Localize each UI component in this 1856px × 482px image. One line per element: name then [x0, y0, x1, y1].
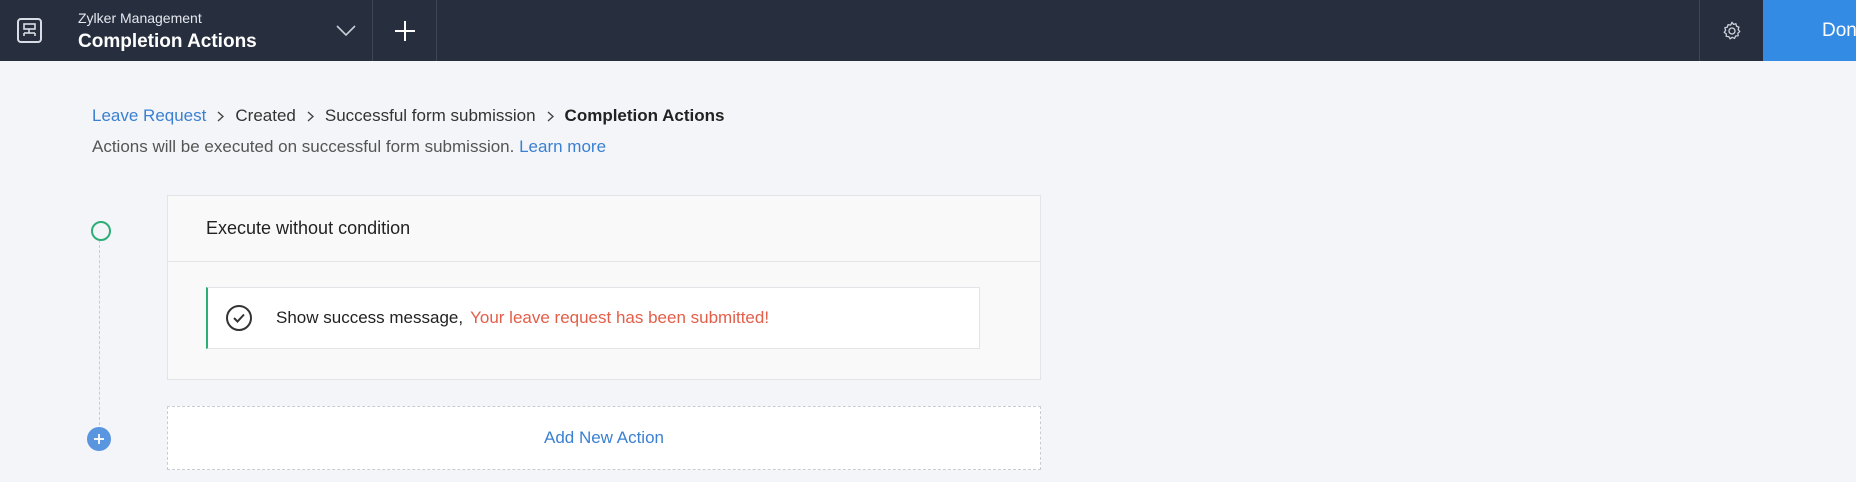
top-bar: Zylker Management Completion Actions Don…	[0, 0, 1856, 61]
breadcrumb: Leave Request Created Successful form su…	[92, 105, 724, 127]
plus-icon	[394, 20, 415, 41]
app-logo-icon	[16, 18, 42, 43]
breadcrumb-item-current: Completion Actions	[564, 106, 725, 125]
page-switcher-dropdown[interactable]	[320, 0, 372, 61]
timeline-connector	[99, 240, 100, 425]
check-circle-icon	[226, 305, 252, 331]
done-button[interactable]: Done	[1763, 0, 1856, 61]
action-label: Show success message,	[276, 308, 464, 327]
page-description: Actions will be executed on successful f…	[92, 137, 606, 157]
success-message-action[interactable]: Show success message, Your leave request…	[206, 287, 980, 349]
settings-button[interactable]	[1700, 0, 1763, 61]
title-block: Zylker Management Completion Actions	[78, 9, 257, 56]
app-name: Zylker Management	[78, 10, 202, 26]
breadcrumb-item-leave-request[interactable]: Leave Request	[92, 106, 206, 126]
timeline-node-icon	[91, 221, 111, 241]
action-message: Your leave request has been submitted!	[470, 308, 770, 327]
description-text: Actions will be executed on successful f…	[92, 137, 515, 156]
chevron-right-icon	[217, 110, 225, 122]
done-button-label: Done	[1822, 19, 1856, 41]
chevron-down-icon	[336, 24, 356, 36]
gear-icon	[1723, 21, 1740, 39]
add-new-action-button[interactable]: Add New Action	[167, 406, 1041, 470]
condition-title: Execute without condition	[168, 196, 1040, 262]
breadcrumb-item-successful-form-submission[interactable]: Successful form submission	[325, 106, 536, 126]
condition-card: Execute without condition Show success m…	[167, 195, 1041, 380]
page-title: Completion Actions	[78, 31, 257, 52]
plus-icon	[94, 434, 104, 444]
add-button[interactable]	[373, 0, 436, 61]
divider	[436, 0, 437, 61]
breadcrumb-item-created[interactable]: Created	[235, 106, 295, 126]
add-condition-button[interactable]	[87, 427, 111, 451]
chevron-right-icon	[307, 110, 314, 122]
learn-more-link[interactable]: Learn more	[519, 137, 606, 156]
app-logo-button[interactable]	[0, 0, 58, 61]
chevron-right-icon	[547, 110, 554, 122]
